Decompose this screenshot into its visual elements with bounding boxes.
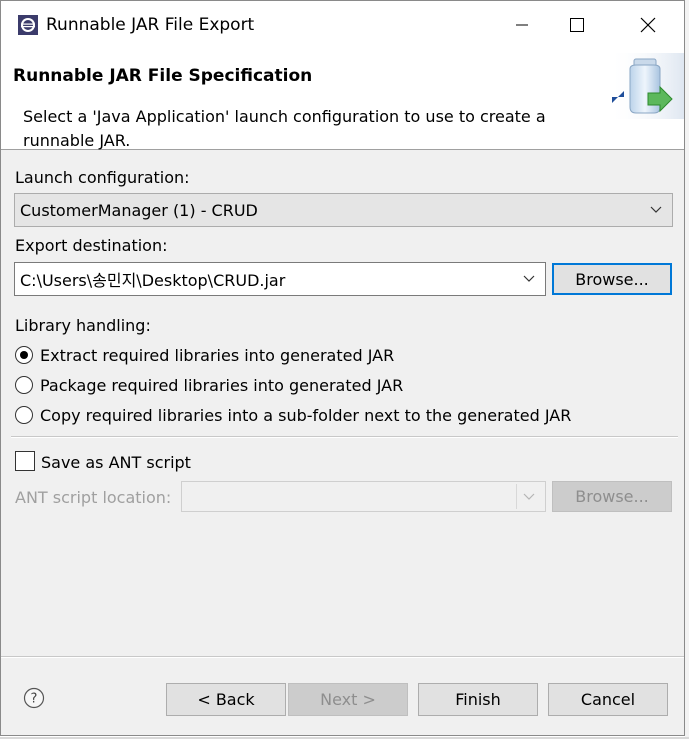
jar-export-icon [608,53,684,119]
section-separator [11,436,678,438]
title-bar[interactable]: Runnable JAR File Export [1,1,684,49]
minimize-icon [516,24,528,26]
radio-button[interactable] [15,376,33,394]
launch-configuration-label: Launch configuration: [15,168,190,187]
launch-configuration-value: CustomerManager (1) - CRUD [20,200,258,220]
next-button: Next > [288,683,408,716]
export-destination-combo[interactable]: C:\Users\송민지\Desktop\CRUD.jar [14,262,546,296]
export-destination-label: Export destination: [15,236,168,255]
maximize-button[interactable] [554,1,600,49]
back-button[interactable]: < Back [166,683,286,716]
minimize-button[interactable] [499,1,545,49]
launch-configuration-combo[interactable]: CustomerManager (1) - CRUD [14,193,673,227]
radio-button-checked[interactable] [15,346,33,364]
help-icon[interactable]: ? [23,687,45,709]
close-button[interactable] [625,1,671,49]
export-dialog: Runnable JAR File Export Runnable JAR Fi… [0,0,685,736]
save-ant-script-label[interactable]: Save as ANT script [41,453,191,472]
cancel-button[interactable]: Cancel [548,683,668,716]
svg-text:?: ? [31,692,38,707]
library-option-package[interactable]: Package required libraries into generate… [15,373,403,397]
save-ant-script-checkbox[interactable] [15,451,35,471]
ant-script-location-combo [181,481,546,512]
library-option-label: Copy required libraries into a sub-folde… [40,405,572,425]
page-title: Runnable JAR File Specification [13,66,313,86]
radio-button[interactable] [15,406,33,424]
export-destination-value[interactable]: C:\Users\송민지\Desktop\CRUD.jar [20,267,285,291]
finish-button[interactable]: Finish [418,683,538,716]
page-description: Select a 'Java Application' launch confi… [23,107,546,150]
maximize-icon [570,18,584,32]
library-option-extract[interactable]: Extract required libraries into generate… [15,343,394,367]
chevron-down-icon [650,206,662,213]
export-browse-button[interactable]: Browse... [552,263,672,295]
window-title: Runnable JAR File Export [46,15,255,35]
footer-separator [1,656,684,658]
eclipse-app-icon [18,15,38,35]
ant-script-location-field [184,484,517,509]
library-option-label: Package required libraries into generate… [40,375,404,395]
close-icon [640,17,656,33]
background-app-strip [685,0,689,739]
library-option-label: Extract required libraries into generate… [40,345,395,365]
ant-script-location-label: ANT script location: [15,488,172,507]
chevron-down-icon [523,493,535,500]
wizard-banner: Runnable JAR File Specification Select a… [1,49,684,150]
ant-browse-button: Browse... [552,481,672,512]
library-handling-label: Library handling: [15,316,151,335]
chevron-down-icon[interactable] [523,275,535,283]
library-option-copy[interactable]: Copy required libraries into a sub-folde… [15,403,571,427]
